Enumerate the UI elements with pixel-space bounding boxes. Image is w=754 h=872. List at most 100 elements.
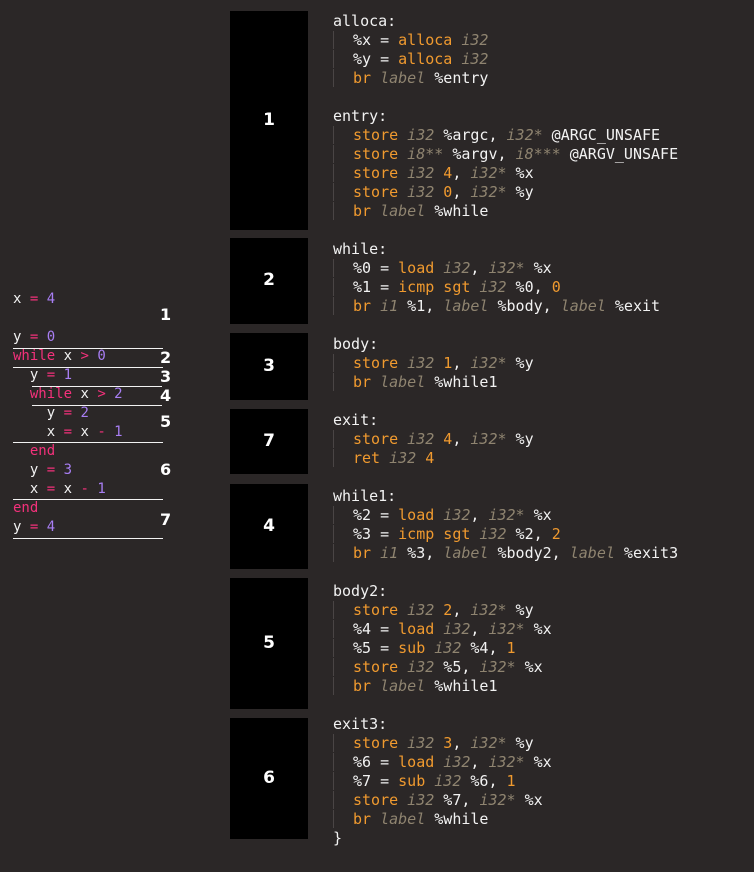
ir-line: store i32 0, i32* %y [333,183,534,202]
source-token: = [46,462,56,478]
ir-indent-guide: store i32 0, i32* %y [333,183,534,201]
source-token: y [13,462,47,478]
source-token: 2 [72,405,89,421]
ir-token: %x [506,164,534,182]
ir-token: } [333,829,343,847]
source-line: x = x - 1 [13,423,123,442]
ir-token: i32* [470,601,507,619]
basic-block-number: 5 [263,632,275,653]
ir-token: i32* [470,354,507,372]
ir-indent-guide: %7 = sub i32 %6, 1 [333,772,516,790]
block-separator [13,367,163,368]
ir-token: i32 [425,639,462,657]
ir-token: , [470,259,489,277]
source-token: = [46,481,56,497]
ir-indent-guide: br label %while [333,810,489,828]
ir-token: i1 [371,297,399,315]
ir-indent-guide: store i32 %argc, i32* @ARGC_UNSAFE [333,126,661,144]
ir-token: body2: [333,582,388,600]
ir-token: i32 [398,183,435,201]
source-block-number: 1 [160,305,172,324]
ir-token: %4, [461,639,507,657]
block-separator [13,348,163,349]
source-token: x [55,481,81,497]
ir-token: i32 [434,753,471,771]
basic-block-bar: 2 [230,238,308,324]
source-line: y = 2 [13,404,89,423]
ir-token: store [353,658,399,676]
ir-token: i32 [452,31,489,49]
ir-token: 0 [551,278,561,296]
basic-block-number: 2 [263,270,275,290]
ir-token: 1 [506,639,516,657]
ir-token: i32* [470,164,507,182]
basic-block-bar: 5 [230,578,308,709]
ir-token: store [353,734,399,752]
source-block-number: 7 [160,510,172,529]
ir-token: i32* [470,430,507,448]
ir-token: %7 = [353,772,399,790]
ir-token: i32* [488,259,525,277]
source-line: while x > 0 [13,347,106,366]
ir-token: %x = [353,31,399,49]
ir-line: br i1 %1, label %body, label %exit [333,297,661,316]
ir-line: %3 = icmp sgt i32 %2, 2 [333,525,561,544]
ir-token: %0 = [353,259,399,277]
source-token: x [72,386,98,402]
ir-line: br label %while1 [333,677,498,696]
ir-token: load [398,753,435,771]
ir-token: i32 [452,50,489,68]
ir-token: br [353,202,372,220]
source-token: - [80,481,89,497]
ir-token: %2, [506,525,552,543]
ir-token: 2 [551,525,561,543]
ir-token: label [443,544,489,562]
ir-token: %y [506,354,534,372]
source-token: 0 [38,329,56,345]
ir-token: load [398,259,435,277]
ir-indent-guide: store i32 3, i32* %y [333,734,534,752]
block-separator [32,405,162,406]
source-token: = [63,424,73,440]
source-block-number: 6 [160,460,172,479]
basic-block-bar: 4 [230,484,308,569]
ir-token: %y = [353,50,399,68]
ir-indent-guide: %y = alloca i32 [333,50,489,68]
ir-token: while: [333,240,388,258]
source-token: - [97,424,106,440]
ir-token: i32* [479,791,516,809]
ir-token: %6 = [353,753,399,771]
block-separator [13,538,163,539]
source-token: 4 [38,519,56,535]
ir-line: %2 = load i32, i32* %x [333,506,552,525]
ir-line: %6 = load i32, i32* %x [333,753,552,772]
ir-token: %while [425,202,489,220]
ir-token: while1: [333,487,397,505]
ir-token: %x [515,658,543,676]
ir-token: store [353,164,399,182]
ir-token: br [353,544,372,562]
source-token: 1 [105,424,123,440]
basic-block-number: 7 [263,430,275,451]
source-token: while [13,386,73,402]
ir-indent-guide: store i32 %7, i32* %x [333,791,543,809]
ir-token: i32* [506,126,543,144]
ir-token: i32 [398,658,435,676]
source-block-number: 2 [160,348,172,367]
ir-indent-guide: %0 = load i32, i32* %x [333,259,552,277]
ir-line: %y = alloca i32 [333,50,489,69]
ir-line: br label %while [333,810,489,829]
ir-token: label [371,373,426,391]
ir-token: load [398,620,435,638]
ir-token: exit: [333,411,379,429]
ir-line: while: [333,240,387,259]
source-token: y [13,519,30,535]
ir-token: @ARGC_UNSAFE [542,126,661,144]
ir-token: %y [506,430,534,448]
source-token: y [13,329,30,345]
ir-token: i32* [479,658,516,676]
ir-indent-guide: ret i32 4 [333,449,435,467]
ir-token: i32 [398,164,435,182]
ir-line: exit: [333,411,378,430]
ir-line: alloca: [333,12,396,31]
